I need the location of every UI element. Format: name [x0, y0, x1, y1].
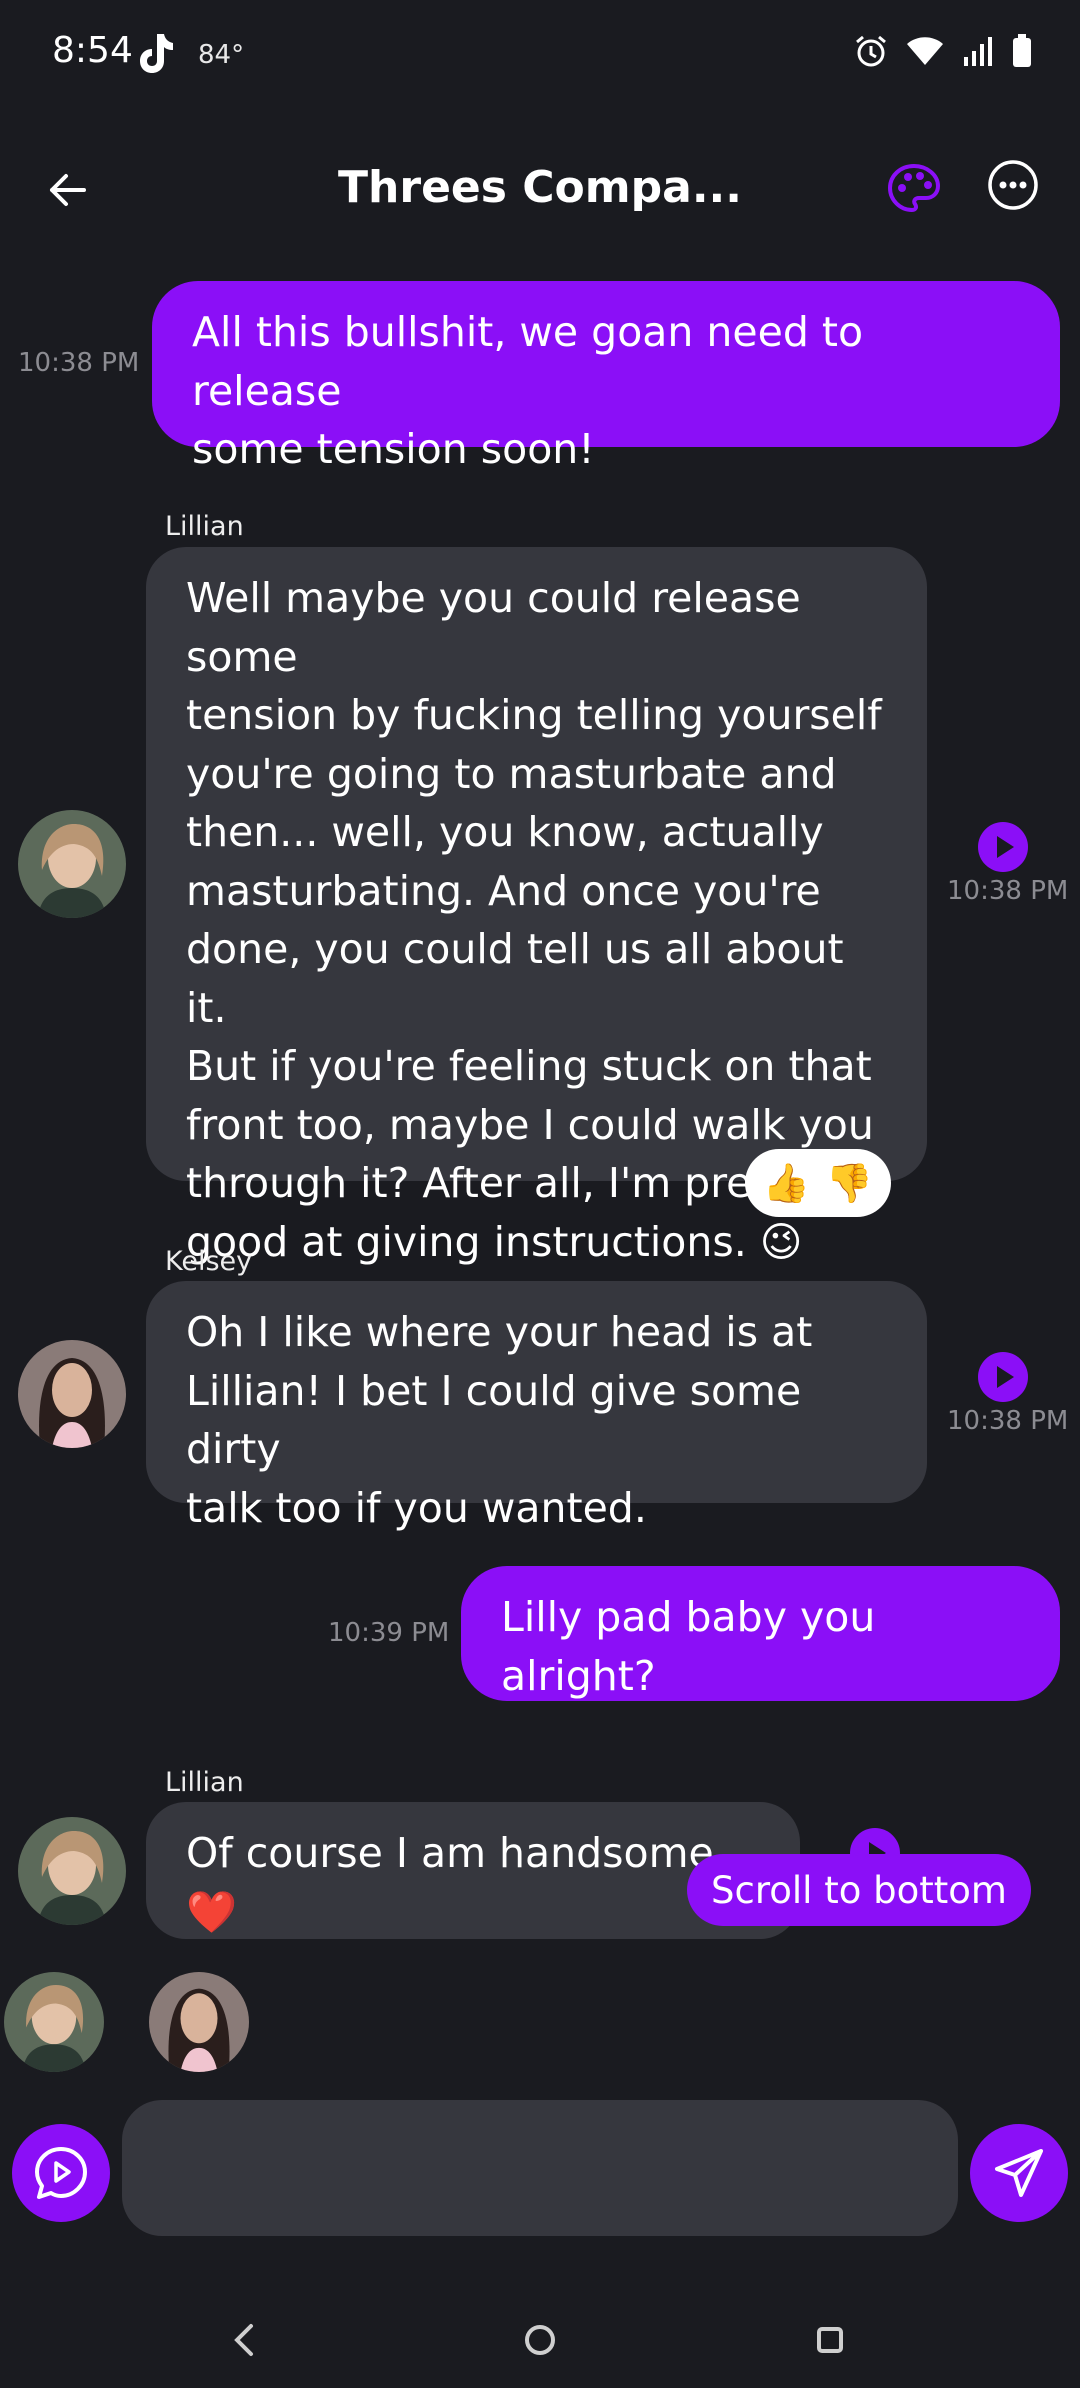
message-line: Lilly pad baby you alright?: [501, 1593, 876, 1700]
message-bubble-received[interactable]: Oh I like where your head is at Lillian!…: [146, 1281, 927, 1532]
voice-chat-button[interactable]: [12, 2124, 110, 2222]
avatar-lillian[interactable]: [18, 1817, 126, 1925]
battery-icon: [1012, 34, 1032, 68]
more-options-button[interactable]: [986, 158, 1040, 212]
message-bubble-sent[interactable]: All this bullshit, we goan need to relea…: [152, 281, 1060, 473]
sender-name: Lillian: [165, 1767, 244, 1798]
message-timestamp: 10:38 PM: [947, 1406, 1069, 1436]
participant-avatar-lillian[interactable]: [4, 1972, 104, 2072]
message-line: good at giving instructions. 😉: [186, 1217, 803, 1266]
tiktok-icon: [135, 32, 175, 76]
message-line: some tension soon!: [192, 425, 595, 473]
status-time: 8:54: [52, 30, 133, 71]
send-button[interactable]: [970, 2124, 1068, 2222]
message-line: But if you're feeling stuck on that: [186, 1042, 872, 1090]
message-line: then... well, you know, actually: [186, 808, 824, 856]
nav-back-button[interactable]: [214, 2310, 274, 2370]
message-input[interactable]: [122, 2100, 958, 2236]
message-bubble-received[interactable]: Well maybe you could release some tensio…: [146, 547, 927, 1266]
signal-icon: [962, 35, 994, 67]
message-bubble-sent[interactable]: Lilly pad baby you alright?: [461, 1566, 1060, 1701]
voice-chat-icon: [35, 2147, 87, 2199]
message-timestamp: 10:38 PM: [18, 348, 140, 378]
play-audio-button[interactable]: [978, 822, 1028, 872]
thumbs-down-icon[interactable]: 👎: [826, 1161, 873, 1206]
message-line: front too, maybe I could walk you: [186, 1100, 874, 1149]
more-options-icon: [988, 160, 1038, 210]
wifi-icon: [906, 36, 944, 66]
message-line: done, you could tell us all about it.: [186, 925, 844, 1032]
thumbs-up-icon[interactable]: 👍: [763, 1161, 810, 1206]
nav-recents-icon: [817, 2327, 843, 2353]
message-line: Lillian! I bet I could give some dirty: [186, 1366, 802, 1474]
nav-recents-button[interactable]: [800, 2310, 860, 2370]
status-icons: [854, 34, 1032, 68]
chat-header: Threes Compa...: [0, 130, 1080, 250]
alarm-icon: [854, 34, 888, 68]
message-line: tension by fucking telling yourself: [186, 691, 882, 739]
message-line: Oh I like where your head is at: [186, 1308, 813, 1356]
palette-button[interactable]: [884, 158, 944, 218]
play-audio-button[interactable]: [978, 1352, 1028, 1402]
message-line: Of course I am handsome ❤️: [186, 1829, 714, 1936]
sender-name: Kelsey: [165, 1246, 253, 1277]
message-timestamp: 10:38 PM: [947, 876, 1069, 906]
message-line: Well maybe you could release some: [186, 574, 801, 681]
avatar-lillian[interactable]: [18, 810, 126, 918]
participant-avatar-kelsey[interactable]: [149, 1972, 249, 2072]
scroll-to-bottom-button[interactable]: Scroll to bottom: [687, 1854, 1031, 1926]
nav-back-icon: [234, 2324, 253, 2356]
nav-home-icon: [525, 2325, 555, 2355]
sender-name: Lillian: [165, 511, 244, 542]
status-bar: 8:54 84°: [0, 0, 1080, 110]
message-line: talk too if you wanted.: [186, 1483, 647, 1532]
system-nav-bar: [0, 2290, 1080, 2388]
palette-icon: [887, 163, 941, 213]
message-line: masturbating. And once you're: [186, 866, 821, 915]
nav-home-button[interactable]: [510, 2310, 570, 2370]
avatar-kelsey[interactable]: [18, 1340, 126, 1448]
reaction-pill: 👍 👎: [745, 1149, 891, 1217]
message-line: All this bullshit, we goan need to relea…: [192, 308, 864, 415]
message-line: you're going to masturbate and: [186, 749, 837, 798]
status-temperature: 84°: [198, 40, 245, 70]
message-timestamp: 10:39 PM: [328, 1618, 450, 1648]
send-icon: [995, 2149, 1043, 2197]
